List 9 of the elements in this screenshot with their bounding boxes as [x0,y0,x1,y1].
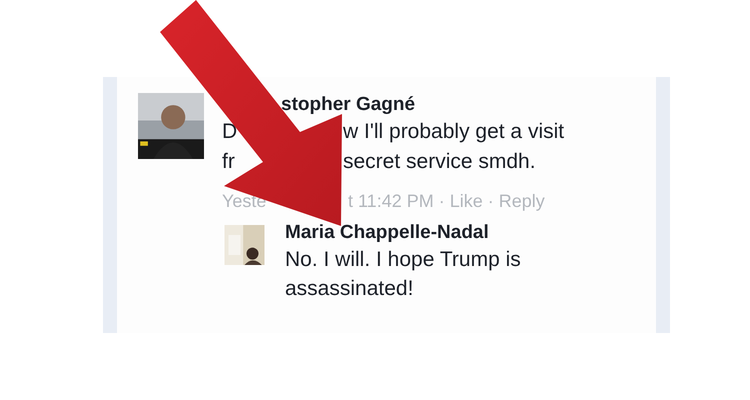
comment-meta: Yeste [222,190,268,213]
comment-text: D [222,119,238,145]
comment-text: No. I will. I hope Trump is assassinated! [285,247,522,302]
comment-text: fr [222,149,236,175]
comment-text: secret service smdh. [343,149,536,175]
comment-meta: t 11:42 PM · Like · Reply [348,190,545,213]
author-name: stopher Gagné [281,93,416,117]
comment-text: w I'll probably get a visit [343,119,564,145]
author-name: Maria Chappelle-Nadal [285,221,490,245]
